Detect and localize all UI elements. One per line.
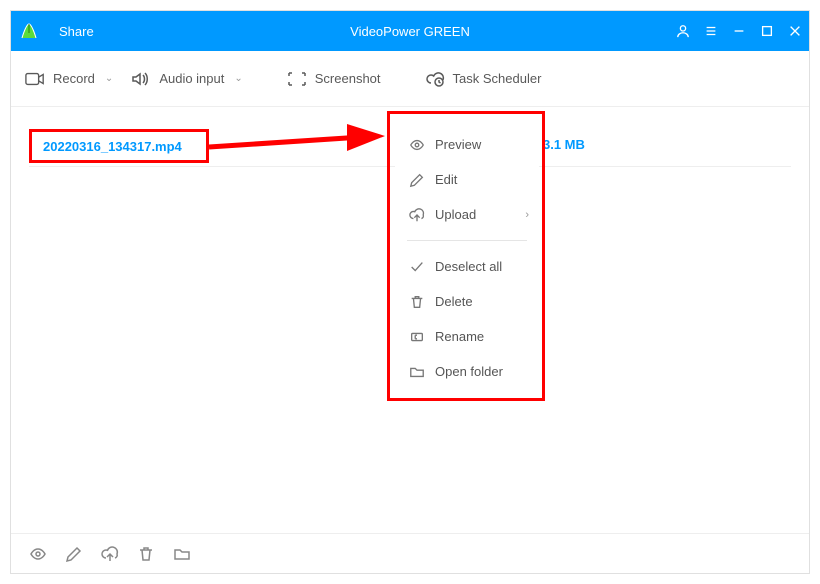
user-icon <box>676 24 690 38</box>
bottom-preview-button[interactable] <box>29 545 47 563</box>
maximize-icon <box>760 24 774 38</box>
minimize-icon <box>732 24 746 38</box>
audio-input-button[interactable]: Audio input ⌄ <box>131 71 242 87</box>
ctx-open-folder-label: Open folder <box>435 364 503 379</box>
ctx-delete-label: Delete <box>435 294 473 309</box>
camera-icon <box>25 71 45 87</box>
toolbar: Record ⌄ Audio input ⌄ Screenshot Task S… <box>11 51 809 107</box>
scheduler-label: Task Scheduler <box>453 71 542 86</box>
cloud-upload-icon <box>407 207 427 223</box>
ctx-rename-label: Rename <box>435 329 484 344</box>
menu-button[interactable] <box>697 11 725 51</box>
trash-icon <box>137 545 155 563</box>
clock-cloud-icon <box>425 71 445 87</box>
screenshot-icon <box>287 71 307 87</box>
maximize-button[interactable] <box>753 11 781 51</box>
chevron-down-icon: ⌄ <box>234 73 242 84</box>
cloud-upload-icon <box>101 545 119 563</box>
audio-label: Audio input <box>159 71 224 86</box>
bottom-folder-button[interactable] <box>173 545 191 563</box>
ctx-deselect-label: Deselect all <box>435 259 502 274</box>
minimize-button[interactable] <box>725 11 753 51</box>
task-scheduler-button[interactable]: Task Scheduler <box>425 71 542 87</box>
folder-icon <box>407 364 427 380</box>
user-menu-button[interactable] <box>669 11 697 51</box>
bottom-toolbar <box>11 533 809 573</box>
record-label: Record <box>53 71 95 86</box>
share-button[interactable]: Share <box>59 24 94 39</box>
close-button[interactable] <box>781 11 809 51</box>
ctx-separator <box>407 240 527 241</box>
record-button[interactable]: Record ⌄ <box>25 71 113 87</box>
eye-icon <box>407 137 427 153</box>
screenshot-label: Screenshot <box>315 71 381 86</box>
speaker-icon <box>131 71 151 87</box>
ctx-upload[interactable]: Upload › <box>395 197 539 232</box>
eye-icon <box>29 545 47 563</box>
hamburger-icon <box>704 24 718 38</box>
folder-icon <box>173 545 191 563</box>
pencil-icon <box>407 172 427 188</box>
chevron-down-icon: ⌄ <box>105 73 113 84</box>
context-menu: Preview Edit Upload › Deselect all Delet… <box>395 117 539 399</box>
content-area: 20220316_134317.mp4 3.1 MB Preview Edit … <box>11 107 809 533</box>
bottom-delete-button[interactable] <box>137 545 155 563</box>
app-logo <box>11 11 47 51</box>
ctx-deselect[interactable]: Deselect all <box>395 249 539 284</box>
ctx-edit[interactable]: Edit <box>395 162 539 197</box>
app-frame: Share VideoPower GREEN Record ⌄ <box>10 10 810 574</box>
ctx-preview[interactable]: Preview <box>395 127 539 162</box>
trash-icon <box>407 294 427 310</box>
ctx-open-folder[interactable]: Open folder <box>395 354 539 389</box>
ctx-rename[interactable]: Rename <box>395 319 539 354</box>
ctx-edit-label: Edit <box>435 172 457 187</box>
screenshot-button[interactable]: Screenshot <box>287 71 381 87</box>
ctx-upload-label: Upload <box>435 207 476 222</box>
file-size: 3.1 MB <box>543 137 585 152</box>
pencil-icon <box>65 545 83 563</box>
rename-icon <box>407 329 427 345</box>
bottom-upload-button[interactable] <box>101 545 119 563</box>
ctx-preview-label: Preview <box>435 137 481 152</box>
window-controls <box>669 11 809 51</box>
chevron-right-icon: › <box>525 209 529 221</box>
bottom-edit-button[interactable] <box>65 545 83 563</box>
close-icon <box>788 24 802 38</box>
check-icon <box>407 259 427 275</box>
titlebar: Share VideoPower GREEN <box>11 11 809 51</box>
ctx-delete[interactable]: Delete <box>395 284 539 319</box>
app-title: VideoPower GREEN <box>350 24 470 39</box>
file-name: 20220316_134317.mp4 <box>37 135 188 158</box>
